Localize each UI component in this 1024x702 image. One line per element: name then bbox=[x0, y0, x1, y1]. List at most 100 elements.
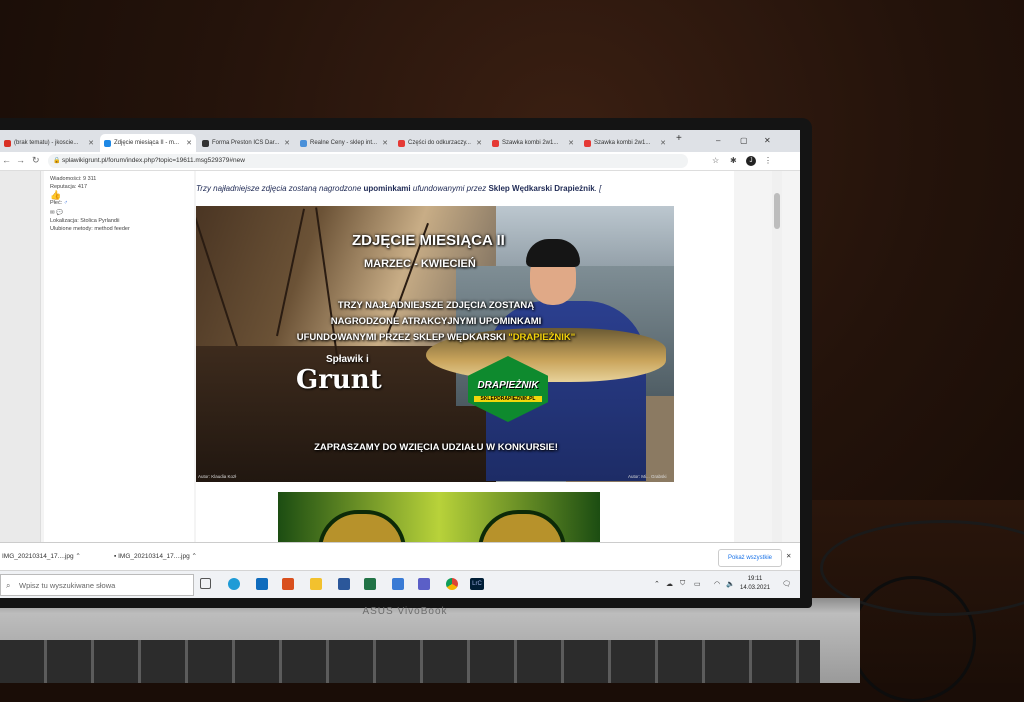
user-profile-panel: Wiadomości: 9 311 Reputacja: 417 👍 Płeć:… bbox=[44, 171, 194, 542]
clock-date: 14.03.2021 bbox=[740, 585, 771, 591]
tab-forum[interactable]: Zdjęcie miesiąca II - m... ✕ bbox=[100, 134, 196, 152]
lock-icon: 🔒 bbox=[53, 158, 61, 164]
menu-icon[interactable]: ⋮ bbox=[764, 156, 772, 165]
lokalizacja-row: Lokalizacja: Stolica Pyrlandii bbox=[50, 217, 188, 225]
chevron-up-icon[interactable]: ⌃ bbox=[192, 553, 197, 560]
close-icon[interactable]: ✕ bbox=[284, 139, 290, 147]
scrollbar-thumb[interactable] bbox=[774, 193, 780, 229]
intro-part: ufundowanymi przez bbox=[410, 184, 489, 193]
url-text: splawikigrunt.pl/forum/index.php?topic=1… bbox=[62, 157, 245, 164]
tab-label: Części do odkurzaczy... bbox=[408, 140, 471, 146]
tab-gmail[interactable]: (brak tematu) - jkoscie... ✕ bbox=[0, 134, 98, 152]
tab-czesci[interactable]: Części do odkurzaczy... ✕ bbox=[394, 134, 486, 152]
banner-subtitle: MARZEC - KWIECIEŃ bbox=[364, 258, 476, 270]
intro-part: Trzy najładniejsze zdjęcia zostaną nagro… bbox=[196, 184, 364, 193]
task-view-icon[interactable] bbox=[200, 578, 211, 589]
close-icon[interactable]: ✕ bbox=[88, 139, 94, 147]
close-icon[interactable]: ✕ bbox=[186, 139, 192, 147]
minimize-icon[interactable]: – bbox=[716, 136, 720, 145]
shop-link[interactable]: Sklep Wędkarski Drapieżnik bbox=[488, 184, 594, 193]
tab-bar: (brak tematu) - jkoscie... ✕ Zdjęcie mies… bbox=[0, 130, 800, 152]
defender-icon[interactable]: ⛉ bbox=[680, 580, 685, 588]
shop-icon bbox=[202, 139, 209, 147]
close-icon[interactable]: ✕ bbox=[382, 139, 388, 147]
back-icon[interactable]: ← bbox=[2, 155, 11, 165]
file-explorer-icon[interactable] bbox=[310, 578, 322, 590]
new-tab-icon[interactable]: + bbox=[676, 133, 682, 144]
download-item[interactable]: ▪ IMG_20210314_17....jpg ⌃ bbox=[114, 552, 197, 560]
banner-title: ZDJĘCIE MIESIĄCA II bbox=[352, 232, 505, 249]
tab-label: Zdjęcie miesiąca II - m... bbox=[114, 140, 180, 146]
banner-highlight: "DRAPIEŻNIK" bbox=[508, 332, 576, 343]
forum-icon bbox=[104, 139, 111, 147]
close-icon[interactable]: ✕ bbox=[660, 139, 666, 147]
office-icon[interactable] bbox=[282, 578, 294, 590]
logo-fin bbox=[478, 510, 566, 542]
address-row: ← → ↻ 🔒 splawikigrunt.pl/forum/index.php… bbox=[0, 152, 800, 171]
message-count: 9 311 bbox=[83, 176, 97, 182]
battery-icon[interactable]: ▭ bbox=[694, 580, 701, 588]
tab-szawka-2[interactable]: Szawka kombi 2w1... ✕ bbox=[580, 134, 670, 152]
profile-label: Płeć: bbox=[50, 200, 63, 206]
photo-credit-left: Autor: Klaudia Kozł bbox=[198, 474, 237, 479]
excel-icon[interactable] bbox=[364, 578, 376, 590]
close-icon[interactable]: ✕ bbox=[568, 139, 574, 147]
close-window-icon[interactable]: ✕ bbox=[764, 136, 771, 145]
bookmark-star-icon[interactable]: ☆ bbox=[712, 156, 719, 165]
contest-banner-image[interactable]: ZDJĘCIE MIESIĄCA II MARZEC - KWIECIEŃ TR… bbox=[196, 206, 674, 482]
intro-bold: upominkami bbox=[363, 184, 411, 193]
show-all-downloads-button[interactable]: Pokaż wszystkie bbox=[718, 549, 782, 567]
system-clock[interactable]: 19:11 14.03.2021 bbox=[740, 575, 770, 593]
tab-preston[interactable]: Forma Preston ICS Dar... ✕ bbox=[198, 134, 294, 152]
tray-chevron-icon[interactable]: ⌃ bbox=[654, 580, 660, 588]
teams-icon[interactable] bbox=[418, 578, 430, 590]
mail-icon[interactable] bbox=[256, 578, 268, 590]
email-icon[interactable]: ✉ bbox=[50, 210, 55, 216]
thumb-up-icon[interactable]: 👍 bbox=[50, 191, 188, 200]
chevron-up-icon[interactable]: ⌃ bbox=[75, 553, 80, 560]
banner-line: TRZY NAJŁADNIEJSZE ZDJĘCIA ZOSTANĄ bbox=[337, 300, 535, 311]
close-icon[interactable]: ✕ bbox=[476, 139, 482, 147]
forward-icon[interactable]: → bbox=[16, 155, 25, 165]
banner-line: NAGRODZONE ATRAKCYJNYMI UPOMINKAMI bbox=[330, 316, 542, 327]
lightroom-icon[interactable]: LrC bbox=[470, 578, 484, 590]
extensions-icon[interactable]: ✱ bbox=[730, 156, 737, 165]
keyboard bbox=[0, 640, 820, 683]
image-file-icon: ▪ bbox=[114, 553, 117, 560]
download-filename: IMG_20210314_17....jpg bbox=[2, 553, 74, 560]
avatar[interactable]: J bbox=[746, 156, 756, 166]
maximize-icon[interactable]: ▢ bbox=[740, 136, 748, 145]
pm-icon[interactable]: 💬 bbox=[56, 210, 63, 216]
volume-icon[interactable]: 🔈 bbox=[726, 580, 735, 588]
download-filename: IMG_20210314_17....jpg bbox=[118, 553, 190, 560]
word-icon[interactable] bbox=[338, 578, 350, 590]
taskbar-search[interactable]: ⌕ Wpisz tu wyszukiwane słowa bbox=[0, 574, 194, 596]
page-scrollbar[interactable] bbox=[772, 171, 782, 542]
tab-realne-ceny[interactable]: Realne Ceny - sklep int... ✕ bbox=[296, 134, 392, 152]
edge-icon[interactable] bbox=[228, 578, 240, 590]
download-item[interactable]: IMG_20210314_17....jpg ⌃ bbox=[2, 552, 81, 560]
post-intro-text: Trzy najładniejsze zdjęcia zostaną nagro… bbox=[196, 184, 734, 193]
gmail-icon bbox=[4, 139, 11, 147]
close-downloads-icon[interactable]: ✕ bbox=[786, 552, 791, 560]
gender-icon: ♂ bbox=[63, 200, 68, 206]
second-banner-image[interactable] bbox=[278, 492, 600, 542]
tab-szawka-1[interactable]: Szawka kombi 2w1... ✕ bbox=[488, 134, 578, 152]
logo-fin bbox=[318, 510, 406, 542]
banner-cta: ZAPRASZAMY DO WZIĘCIA UDZIAŁU W KONKURSI… bbox=[314, 442, 558, 453]
notifications-icon[interactable]: 🗨 bbox=[782, 580, 791, 588]
reputacja-row: Reputacja: 417 bbox=[50, 183, 188, 191]
notes-icon[interactable] bbox=[392, 578, 404, 590]
reputation-value: 417 bbox=[77, 184, 88, 190]
left-gutter bbox=[0, 171, 41, 542]
tab-label: Szawka kombi 2w1... bbox=[502, 140, 559, 146]
network-icon[interactable]: ☁ bbox=[666, 580, 673, 588]
badge-title: DRAPIEŻNIK bbox=[477, 380, 539, 391]
metody-row: Ulubione metody: method feeder bbox=[50, 225, 140, 233]
swiss-cross-icon bbox=[584, 139, 591, 147]
drapieznik-logo: DRAPIEŻNIK SKLEPDRAPIEZNIK.PL bbox=[468, 356, 548, 422]
reload-icon[interactable]: ↻ bbox=[32, 155, 40, 166]
address-bar[interactable]: 🔒 splawikigrunt.pl/forum/index.php?topic… bbox=[48, 154, 688, 168]
chrome-icon[interactable] bbox=[446, 578, 458, 590]
wifi-icon[interactable]: ◠ bbox=[714, 580, 720, 588]
